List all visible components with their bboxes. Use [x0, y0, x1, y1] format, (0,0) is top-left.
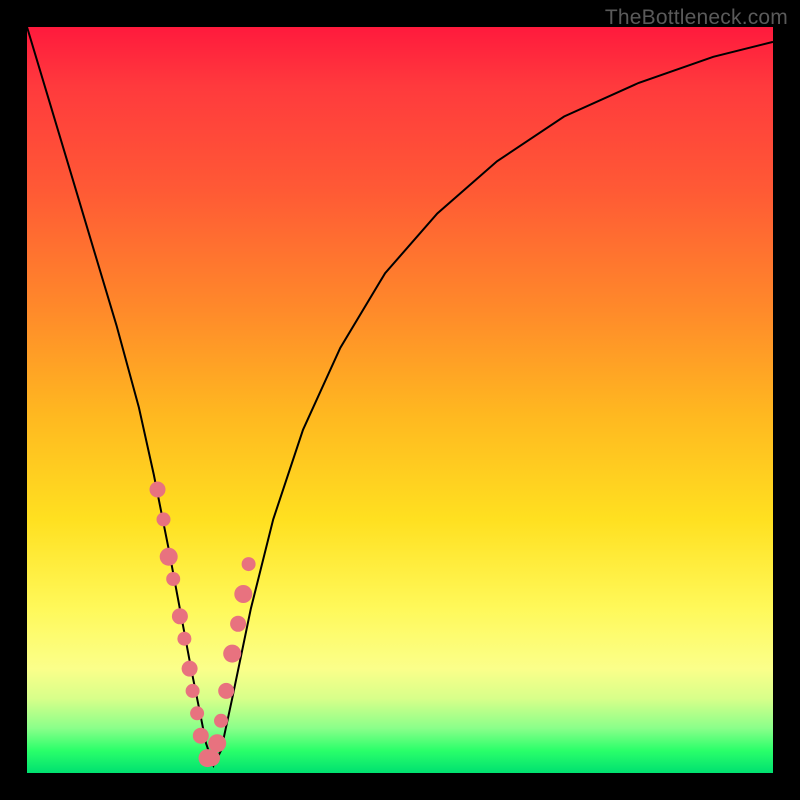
- sample-dot: [223, 645, 241, 663]
- sample-dot: [204, 750, 220, 766]
- sample-dot: [208, 734, 226, 752]
- sample-dot: [157, 512, 171, 526]
- sample-dot: [172, 608, 188, 624]
- sample-dot: [160, 548, 178, 566]
- sample-dot: [190, 706, 204, 720]
- sample-dot: [150, 482, 166, 498]
- sample-dot: [177, 632, 191, 646]
- chart-svg: [27, 27, 773, 773]
- watermark-text: TheBottleneck.com: [605, 6, 788, 30]
- sample-dot: [193, 728, 209, 744]
- sample-dot: [166, 572, 180, 586]
- sample-dot: [186, 684, 200, 698]
- sample-dot: [214, 714, 228, 728]
- sample-dot: [182, 661, 198, 677]
- sample-dot: [242, 557, 256, 571]
- bottleneck-curve: [27, 27, 773, 766]
- chart-frame: [27, 27, 773, 773]
- sample-dot: [234, 585, 252, 603]
- sample-dot: [218, 683, 234, 699]
- sample-dot: [230, 616, 246, 632]
